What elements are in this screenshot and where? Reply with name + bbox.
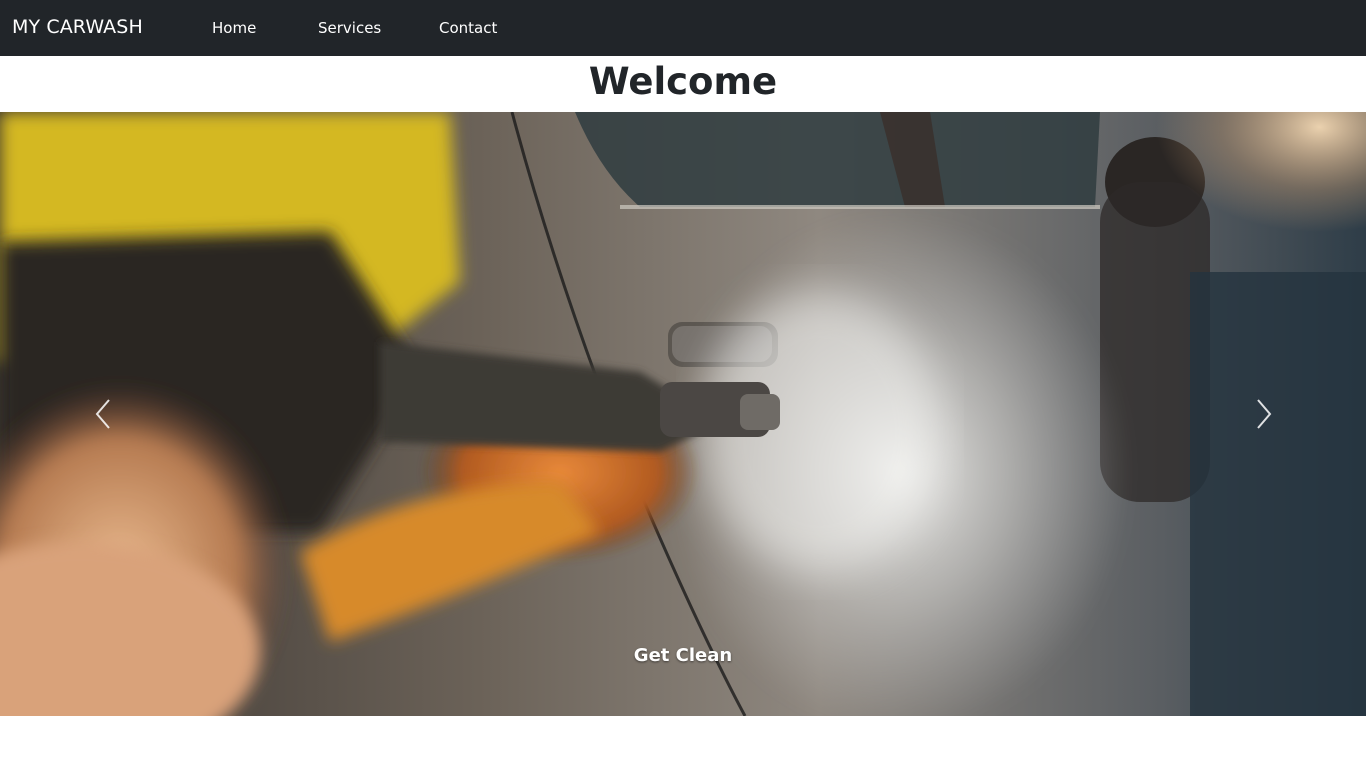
carousel-caption: Get Clean (633, 645, 733, 666)
nav-link-services[interactable]: Services (318, 19, 381, 37)
image-carousel: Get Clean (0, 112, 1366, 716)
top-navbar: MY CARWASH Home Services Contact (0, 0, 1366, 56)
chevron-left-icon (95, 399, 110, 429)
nav-link-contact[interactable]: Contact (439, 19, 497, 37)
brand-logo[interactable]: MY CARWASH (12, 16, 143, 38)
carousel-prev-button[interactable] (0, 112, 205, 716)
carousel-next-button[interactable] (1161, 112, 1366, 716)
page-title: Welcome (588, 60, 778, 103)
chevron-right-icon (1256, 399, 1271, 429)
nav-link-home[interactable]: Home (212, 19, 256, 37)
